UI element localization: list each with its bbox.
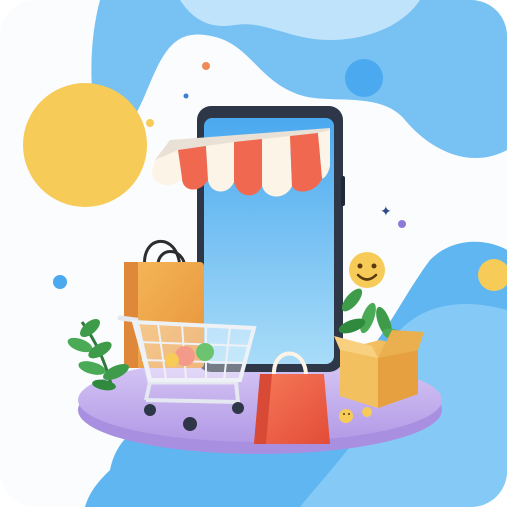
store-awning bbox=[152, 128, 330, 197]
illustration-canvas: ✦ bbox=[0, 0, 507, 507]
awning-stripe-2 bbox=[178, 146, 208, 190]
awning-stripe-4 bbox=[234, 139, 262, 196]
dot-orange bbox=[202, 62, 210, 70]
awning-stripe-3 bbox=[206, 142, 234, 192]
shopping-illustration: ✦ bbox=[23, 0, 507, 507]
blue-bubble-top-right bbox=[345, 59, 383, 97]
cart-wheel bbox=[183, 417, 197, 431]
awning-stripe-1 bbox=[152, 150, 182, 186]
dot-small bbox=[183, 93, 189, 99]
sparkle-icon: ✦ bbox=[380, 204, 392, 220]
yellow-sun-circle bbox=[23, 83, 147, 207]
awning-stripe-6 bbox=[290, 133, 322, 192]
cart-wheel bbox=[232, 402, 244, 414]
dot-yellow bbox=[146, 119, 154, 127]
blue-bubble-left bbox=[53, 275, 67, 289]
cardboard-box bbox=[334, 330, 424, 408]
smiley-emoji-icon bbox=[349, 252, 385, 288]
phone-side-button bbox=[341, 176, 345, 206]
awning-stripe-5 bbox=[262, 136, 292, 197]
cart-wheel bbox=[144, 404, 156, 416]
dot-purple bbox=[398, 220, 406, 228]
